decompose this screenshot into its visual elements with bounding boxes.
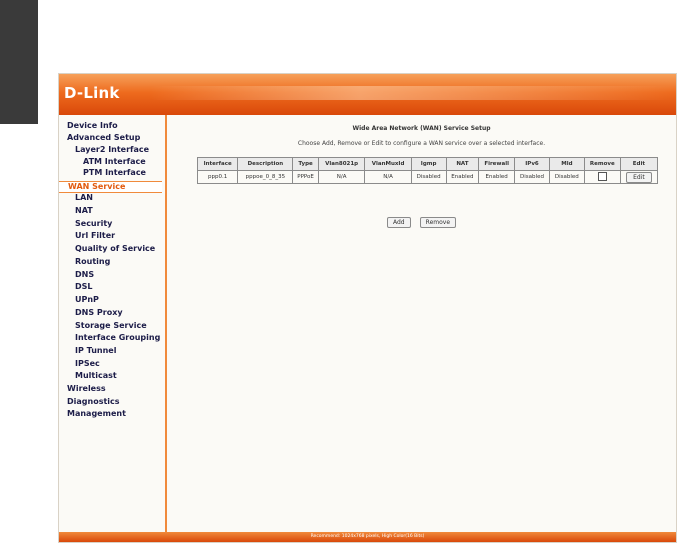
- sidebar-item-advanced-setup[interactable]: Advanced Setup: [67, 133, 140, 143]
- sidebar-item-wan-service[interactable]: WAN Service: [59, 181, 162, 193]
- sidebar-item-ipsec[interactable]: IPSec: [75, 359, 100, 369]
- dark-corner-block: [0, 0, 38, 124]
- cell-vlan8021p: N/A: [317, 170, 366, 184]
- router-admin-window: D-Link Device Info Advanced Setup Layer2…: [58, 73, 677, 543]
- sidebar-item-quality-of-service[interactable]: Quality of Service: [75, 244, 155, 254]
- add-button[interactable]: Add: [386, 217, 411, 228]
- sidebar-item-ptm-interface[interactable]: PTM Interface: [83, 168, 146, 178]
- cell-edit: Edit: [619, 170, 659, 184]
- cell-nat: Enabled: [445, 170, 480, 184]
- header-highlight: [149, 86, 676, 100]
- sidebar-item-device-info[interactable]: Device Info: [67, 121, 118, 131]
- sidebar-nav: Device Info Advanced Setup Layer2 Interf…: [59, 115, 167, 535]
- sidebar-item-ip-tunnel[interactable]: IP Tunnel: [75, 346, 116, 356]
- sidebar-item-interface-grouping[interactable]: Interface Grouping: [75, 333, 160, 343]
- cell-ipv6: Disabled: [514, 170, 550, 184]
- remove-checkbox[interactable]: [597, 171, 607, 181]
- col-vlanmuxid: VlanMuxId: [364, 157, 412, 171]
- page-title: Wide Area Network (WAN) Service Setup: [352, 125, 491, 132]
- edit-button[interactable]: Edit: [626, 171, 652, 183]
- cell-description: pppoe_0_8_35: [237, 170, 294, 184]
- sidebar-item-diagnostics[interactable]: Diagnostics: [67, 397, 120, 407]
- cell-igmp: Disabled: [410, 170, 447, 184]
- sidebar-item-nat[interactable]: NAT: [75, 206, 93, 216]
- sidebar-item-routing[interactable]: Routing: [75, 257, 110, 267]
- sidebar-item-security[interactable]: Security: [75, 219, 112, 229]
- sidebar-item-atm-interface[interactable]: ATM Interface: [83, 157, 146, 167]
- page-instructions: Choose Add, Remove or Edit to configure …: [297, 140, 546, 147]
- sidebar-item-upnp[interactable]: UPnP: [75, 295, 99, 305]
- cell-firewall: Enabled: [478, 170, 516, 184]
- col-description: Description: [237, 157, 294, 171]
- sidebar-item-wireless[interactable]: Wireless: [67, 384, 106, 394]
- sidebar-item-management[interactable]: Management: [67, 409, 126, 419]
- col-edit: Edit: [619, 157, 659, 171]
- footer-bar: Recommend: 1024x768 pixels, High Color(1…: [59, 532, 676, 542]
- main-content: Wide Area Network (WAN) Service Setup Ch…: [167, 115, 676, 535]
- col-ipv6: IPv6: [514, 157, 550, 171]
- col-nat: NAT: [445, 157, 480, 171]
- cell-remove: [583, 170, 621, 184]
- sidebar-item-url-filter[interactable]: Url Filter: [75, 231, 115, 241]
- action-buttons: Add Remove: [167, 209, 676, 228]
- col-type: Type: [292, 157, 319, 171]
- remove-button[interactable]: Remove: [419, 217, 457, 228]
- sidebar-item-storage-service[interactable]: Storage Service: [75, 321, 147, 331]
- col-firewall: Firewall: [478, 157, 516, 171]
- cell-type: PPPoE: [292, 170, 319, 184]
- cell-vlanmuxid: N/A: [364, 170, 412, 184]
- sidebar-item-dsl[interactable]: DSL: [75, 282, 93, 292]
- sidebar-item-dns-proxy[interactable]: DNS Proxy: [75, 308, 123, 318]
- cell-interface: ppp0.1: [196, 170, 239, 184]
- table-row: ppp0.1 pppoe_0_8_35 PPPoE N/A N/A Disabl…: [196, 170, 659, 184]
- col-mld: Mld: [548, 157, 585, 171]
- col-interface: Interface: [196, 157, 239, 171]
- cell-mld: Disabled: [548, 170, 585, 184]
- col-vlan8021p: Vlan8021p: [317, 157, 366, 171]
- sidebar-item-lan[interactable]: LAN: [75, 193, 93, 203]
- col-remove: Remove: [583, 157, 621, 171]
- dlink-logo: D-Link: [64, 84, 120, 102]
- sidebar-item-multicast[interactable]: Multicast: [75, 371, 117, 381]
- col-igmp: Igmp: [410, 157, 447, 171]
- header-bar: D-Link: [59, 74, 676, 115]
- sidebar-item-layer2-interface[interactable]: Layer2 Interface: [75, 145, 149, 155]
- wan-service-table: Interface Description Type Vlan8021p Vla…: [196, 157, 659, 184]
- table-header-row: Interface Description Type Vlan8021p Vla…: [196, 157, 659, 171]
- sidebar-item-dns[interactable]: DNS: [75, 270, 94, 280]
